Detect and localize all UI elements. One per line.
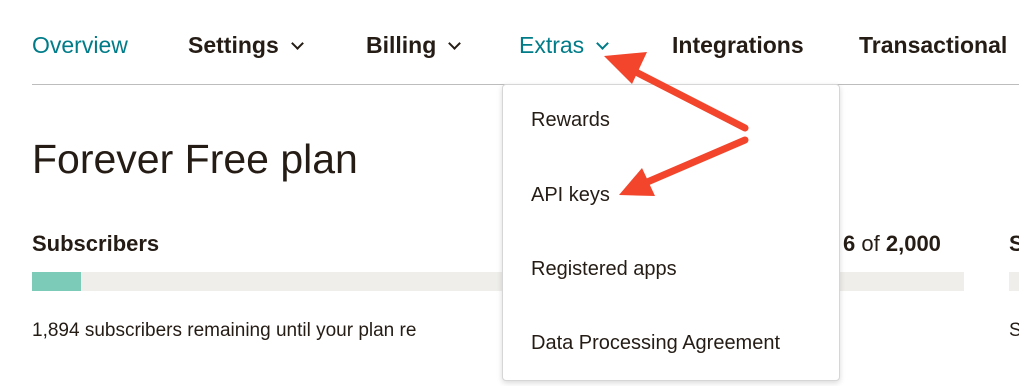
subscribers-limit: 2,000 xyxy=(885,231,941,256)
tab-billing-label: Billing xyxy=(366,32,437,58)
menu-item-api-keys[interactable]: API keys xyxy=(531,184,610,207)
menu-item-registered-apps[interactable]: Registered apps xyxy=(531,258,677,281)
tab-extras-label: Extras xyxy=(519,32,585,58)
next-card-label: S xyxy=(1009,231,1019,256)
subscribers-label: Subscribers xyxy=(32,231,160,256)
chevron-down-icon xyxy=(596,37,610,50)
subscribers-count: 6 of 2,000 xyxy=(843,231,941,257)
menu-item-data-processing-agreement[interactable]: Data Processing Agreement xyxy=(531,332,780,355)
menu-item-rewards[interactable]: Rewards xyxy=(531,109,610,132)
tab-settings-label: Settings xyxy=(188,32,279,58)
next-card-text: S xyxy=(1009,320,1019,341)
tab-extras[interactable]: Extras xyxy=(519,32,610,59)
tab-transactional[interactable]: Transactional xyxy=(859,32,1007,59)
subscribers-of: of xyxy=(861,231,880,256)
tab-overview[interactable]: Overview xyxy=(32,32,128,59)
chevron-down-icon xyxy=(290,37,304,50)
tab-settings[interactable]: Settings xyxy=(188,32,304,59)
tab-integrations[interactable]: Integrations xyxy=(672,32,804,59)
tab-billing[interactable]: Billing xyxy=(366,32,462,59)
chevron-down-icon xyxy=(448,37,462,50)
extras-dropdown-menu: Rewards API keys Registered apps Data Pr… xyxy=(502,84,840,381)
subscribers-progress-fill xyxy=(32,272,82,291)
next-card-progress xyxy=(1009,272,1019,291)
page-title: Forever Free plan xyxy=(32,136,358,182)
subscribers-remaining-text: 1,894 subscribers remaining until your p… xyxy=(32,320,417,341)
account-nav: Overview Settings Billing Extras Integra… xyxy=(0,0,1019,86)
subscribers-current: 6 xyxy=(843,231,856,256)
